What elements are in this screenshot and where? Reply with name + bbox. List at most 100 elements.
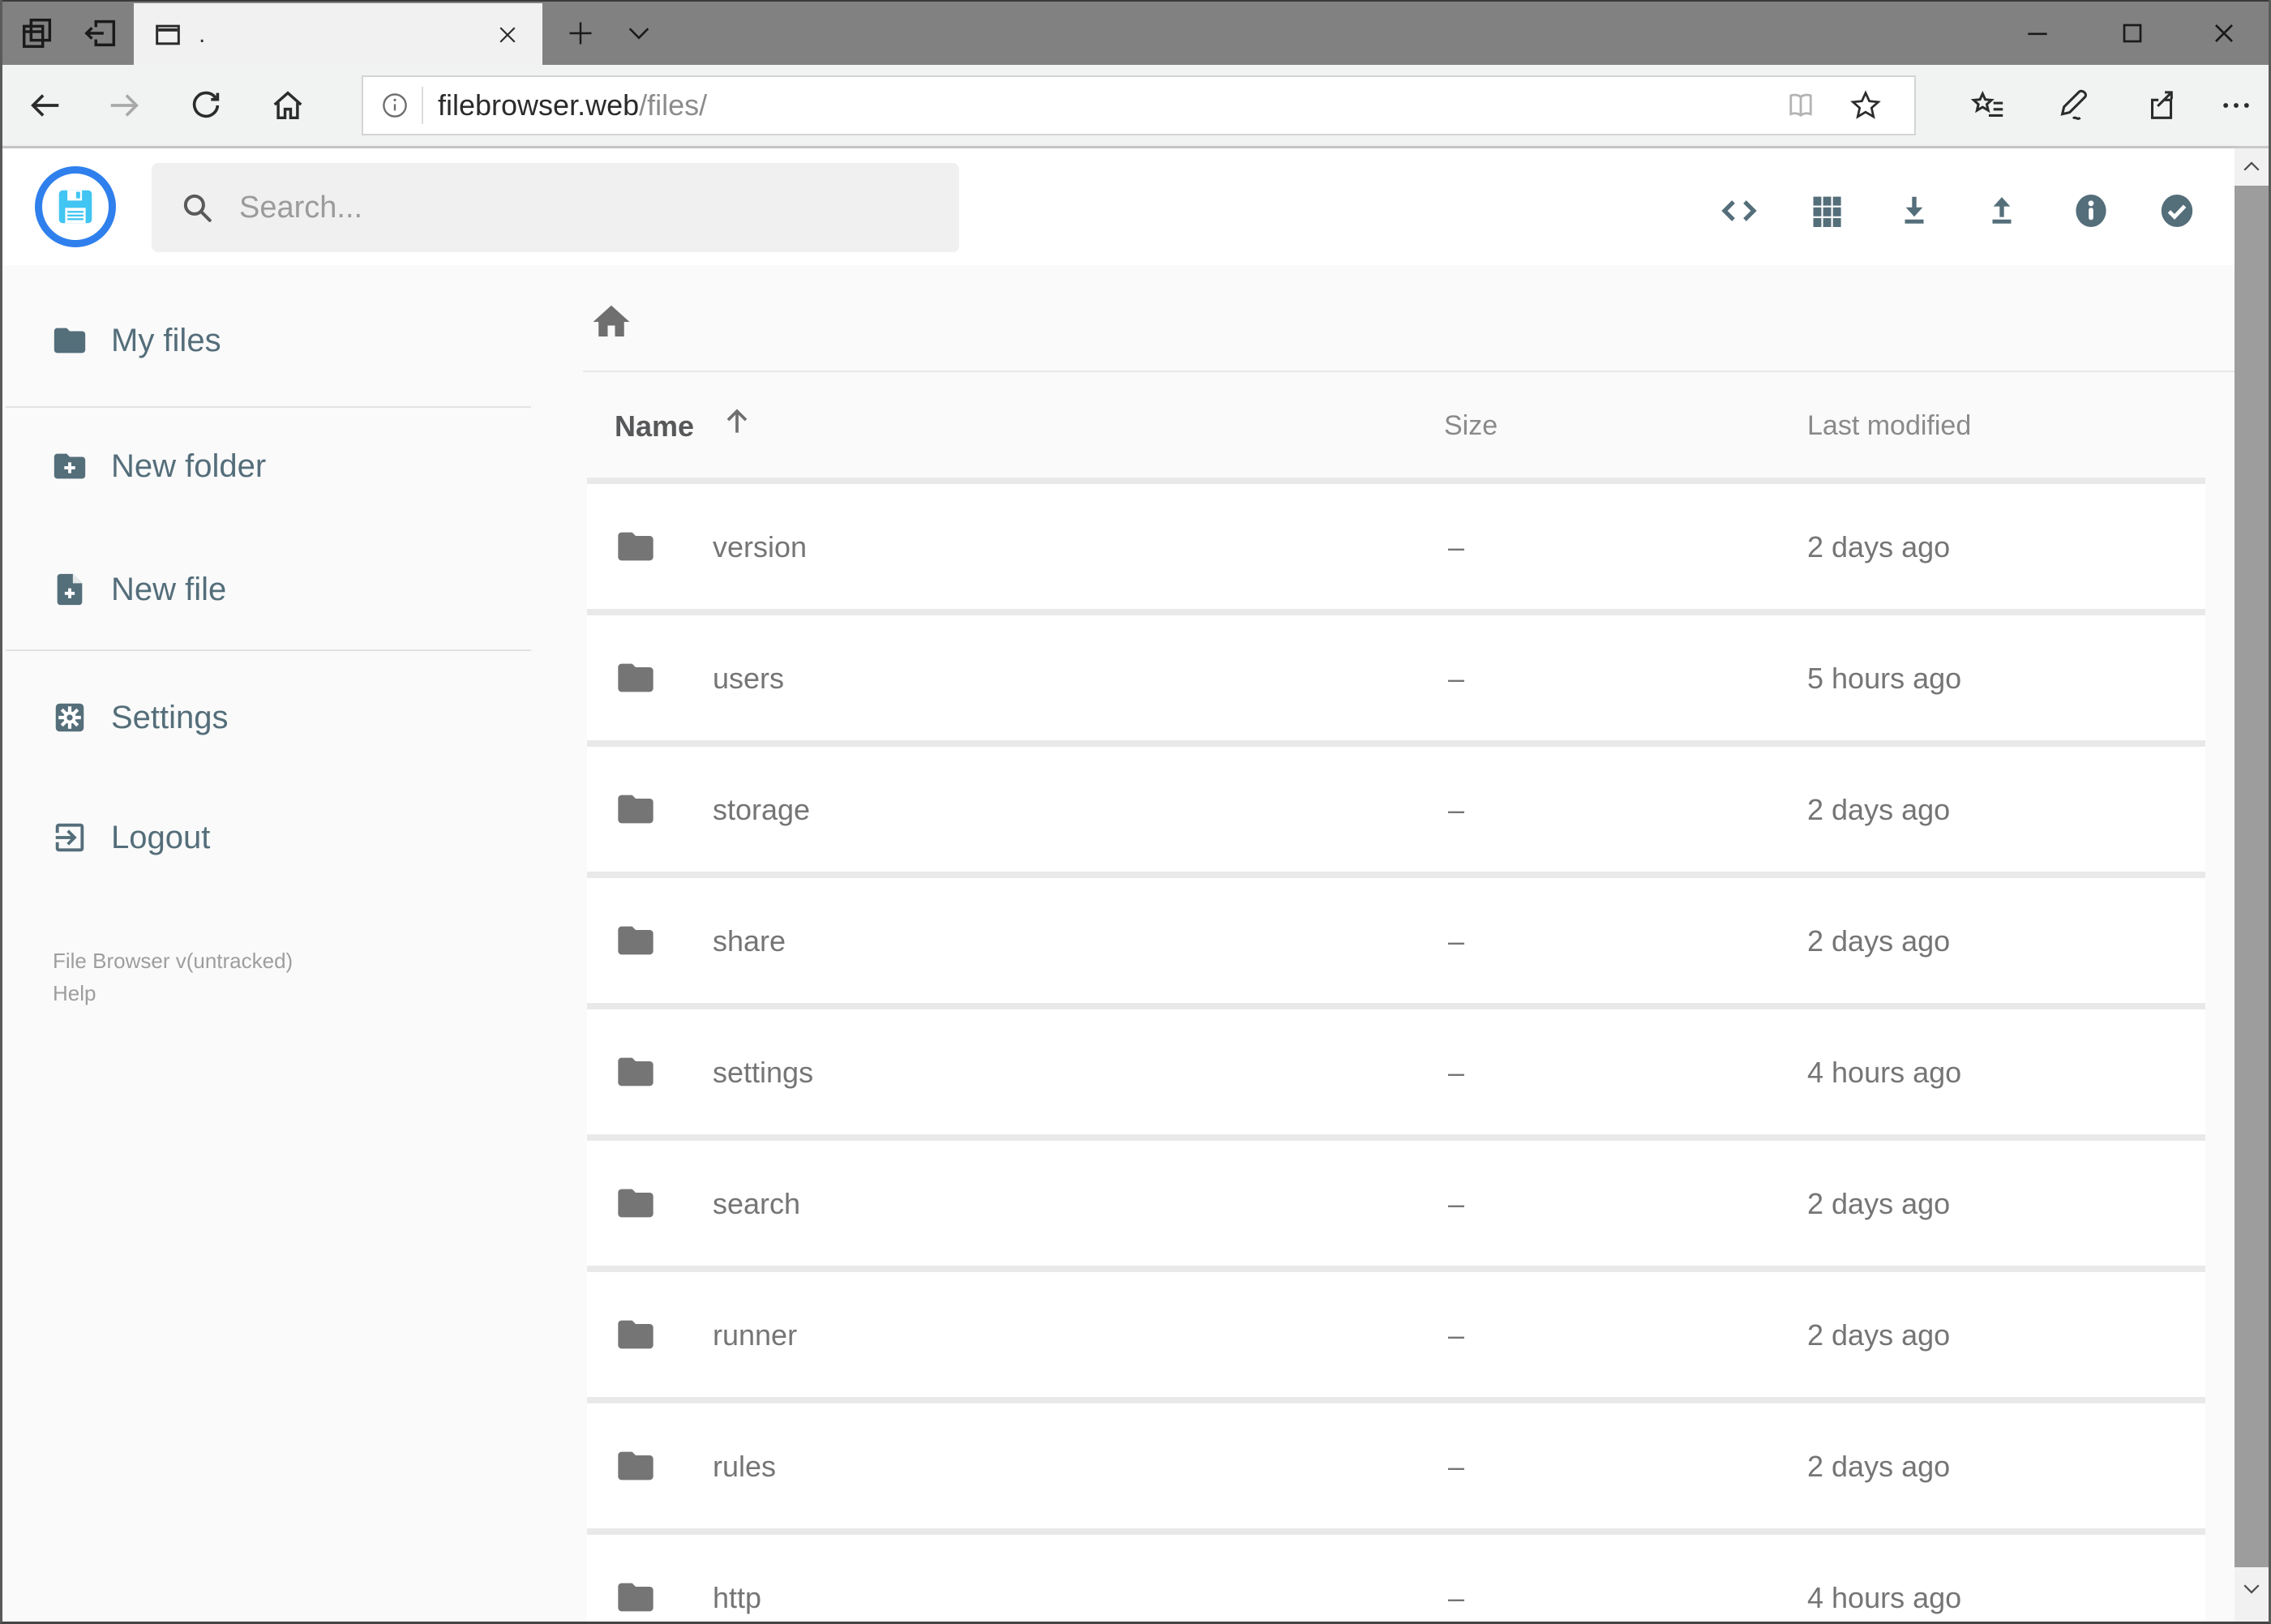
file-row[interactable]: share – 2 days ago — [587, 878, 2205, 1003]
more-button[interactable] — [2209, 65, 2263, 146]
file-size: – — [1448, 530, 1465, 563]
maximize-button[interactable] — [2088, 2, 2177, 65]
sidebar-item-logout[interactable]: Logout — [2, 789, 562, 886]
page-info-icon[interactable] — [379, 90, 410, 121]
new-folder-icon — [51, 448, 88, 485]
content-area: My files New folder New file Settings Lo… — [2, 265, 2235, 1622]
close-window-button[interactable] — [2179, 2, 2269, 65]
file-name: share — [713, 924, 786, 958]
page-scrollbar[interactable] — [2235, 148, 2269, 1622]
file-modified: 4 hours ago — [1807, 1581, 1962, 1614]
file-row[interactable]: storage – 2 days ago — [587, 747, 2205, 872]
sidebar-footer: File Browser v(untracked) Help — [53, 945, 293, 1009]
url-path: /files/ — [639, 88, 708, 122]
sidebar-item-label: New folder — [111, 448, 267, 484]
share-button[interactable] — [2136, 65, 2189, 146]
titlebar: . — [2, 0, 2269, 66]
folder-icon — [615, 1445, 657, 1487]
hub-button[interactable] — [1961, 65, 2015, 146]
file-row[interactable]: rules – 2 days ago — [587, 1403, 2205, 1528]
more-icon — [2218, 88, 2254, 123]
breadcrumb-divider — [583, 371, 2235, 372]
sidebar-item-label: New file — [111, 571, 227, 607]
scroll-up-icon[interactable] — [2235, 148, 2269, 186]
settings-gear-icon — [51, 699, 88, 736]
tab-dropdown-button[interactable] — [615, 2, 662, 65]
file-row[interactable]: runner – 2 days ago — [587, 1272, 2205, 1397]
logout-icon — [51, 819, 88, 856]
select-button[interactable] — [2157, 191, 2196, 230]
file-row[interactable]: version – 2 days ago — [587, 484, 2205, 609]
navigation-bar: filebrowser.web/files/ — [2, 65, 2269, 148]
file-size: – — [1448, 924, 1465, 958]
file-name: users — [713, 662, 785, 695]
tab[interactable]: . — [134, 3, 542, 66]
grid-view-button[interactable] — [1807, 191, 1846, 230]
sidebar-item-new-file[interactable]: New file — [2, 541, 562, 638]
file-name: settings — [713, 1056, 814, 1089]
info-button[interactable] — [2072, 191, 2110, 230]
hub-icon — [1969, 87, 2007, 124]
search-icon — [179, 190, 215, 225]
new-file-icon — [51, 571, 88, 608]
page-favicon-icon — [152, 19, 184, 51]
upload-button[interactable] — [1982, 191, 2021, 230]
file-modified: 2 days ago — [1807, 924, 1951, 958]
address-bar[interactable]: filebrowser.web/files/ — [362, 75, 1916, 135]
folder-icon — [615, 1313, 657, 1356]
search-input[interactable] — [238, 189, 889, 226]
close-tab-icon[interactable] — [484, 3, 531, 66]
share-icon — [2144, 87, 2181, 124]
file-row[interactable]: settings – 4 hours ago — [587, 1009, 2205, 1134]
list-header: Name Size Last modified — [2, 403, 2235, 452]
forward-button[interactable] — [97, 65, 151, 146]
app-version: File Browser v(untracked) — [53, 949, 294, 973]
set-tabs-aside-button[interactable] — [77, 2, 124, 65]
sidebar-item-settings[interactable]: Settings — [2, 669, 562, 766]
favorite-star-icon[interactable] — [1841, 77, 1890, 134]
breadcrumb-home[interactable] — [589, 299, 634, 345]
back-button[interactable] — [19, 65, 72, 146]
reading-view-icon[interactable] — [1776, 77, 1825, 134]
file-name: http — [713, 1581, 762, 1614]
url-host: filebrowser.web — [438, 88, 640, 122]
help-link[interactable]: Help — [53, 977, 293, 1009]
minimize-button[interactable] — [1993, 2, 2082, 65]
folder-icon — [615, 1182, 657, 1224]
file-row[interactable]: search – 2 days ago — [587, 1141, 2205, 1266]
search-bar[interactable] — [152, 163, 959, 252]
code-button[interactable] — [1720, 191, 1759, 230]
column-size[interactable]: Size — [1444, 410, 1498, 442]
folder-icon — [615, 788, 657, 830]
file-name: version — [713, 530, 808, 563]
home-button[interactable] — [261, 65, 315, 146]
sidebar-item-label: Logout — [111, 819, 211, 855]
app-header — [2, 148, 2235, 265]
file-modified: 4 hours ago — [1807, 1056, 1962, 1089]
file-modified: 2 days ago — [1807, 793, 1951, 826]
url-text: filebrowser.web/files/ — [438, 88, 707, 122]
column-modified[interactable]: Last modified — [1807, 410, 1971, 442]
show-tabs-aside-button[interactable] — [14, 2, 61, 65]
home-icon — [589, 300, 633, 344]
sidebar-item-my-files[interactable]: My files — [2, 292, 562, 389]
app-logo[interactable] — [35, 166, 116, 247]
file-row[interactable]: http – 4 hours ago — [587, 1535, 2205, 1622]
file-size: – — [1448, 793, 1465, 826]
folder-icon — [615, 1576, 657, 1618]
scroll-down-icon[interactable] — [2235, 1570, 2269, 1607]
file-modified: 2 days ago — [1807, 1318, 1951, 1352]
download-button[interactable] — [1895, 191, 1934, 230]
address-divider — [422, 87, 423, 124]
new-tab-button[interactable] — [557, 2, 604, 65]
file-modified: 2 days ago — [1807, 1187, 1951, 1220]
annotate-button[interactable] — [2047, 65, 2101, 146]
file-name: search — [713, 1187, 801, 1220]
sort-ascending-icon[interactable] — [719, 403, 755, 439]
sidebar-item-label: Settings — [111, 699, 229, 735]
refresh-button[interactable] — [179, 65, 233, 146]
column-name[interactable]: Name — [615, 409, 694, 443]
scrollbar-thumb[interactable] — [2235, 186, 2269, 1567]
file-list: version – 2 days ago users – 5 hours ago… — [587, 478, 2205, 1622]
file-row[interactable]: users – 5 hours ago — [587, 615, 2205, 740]
